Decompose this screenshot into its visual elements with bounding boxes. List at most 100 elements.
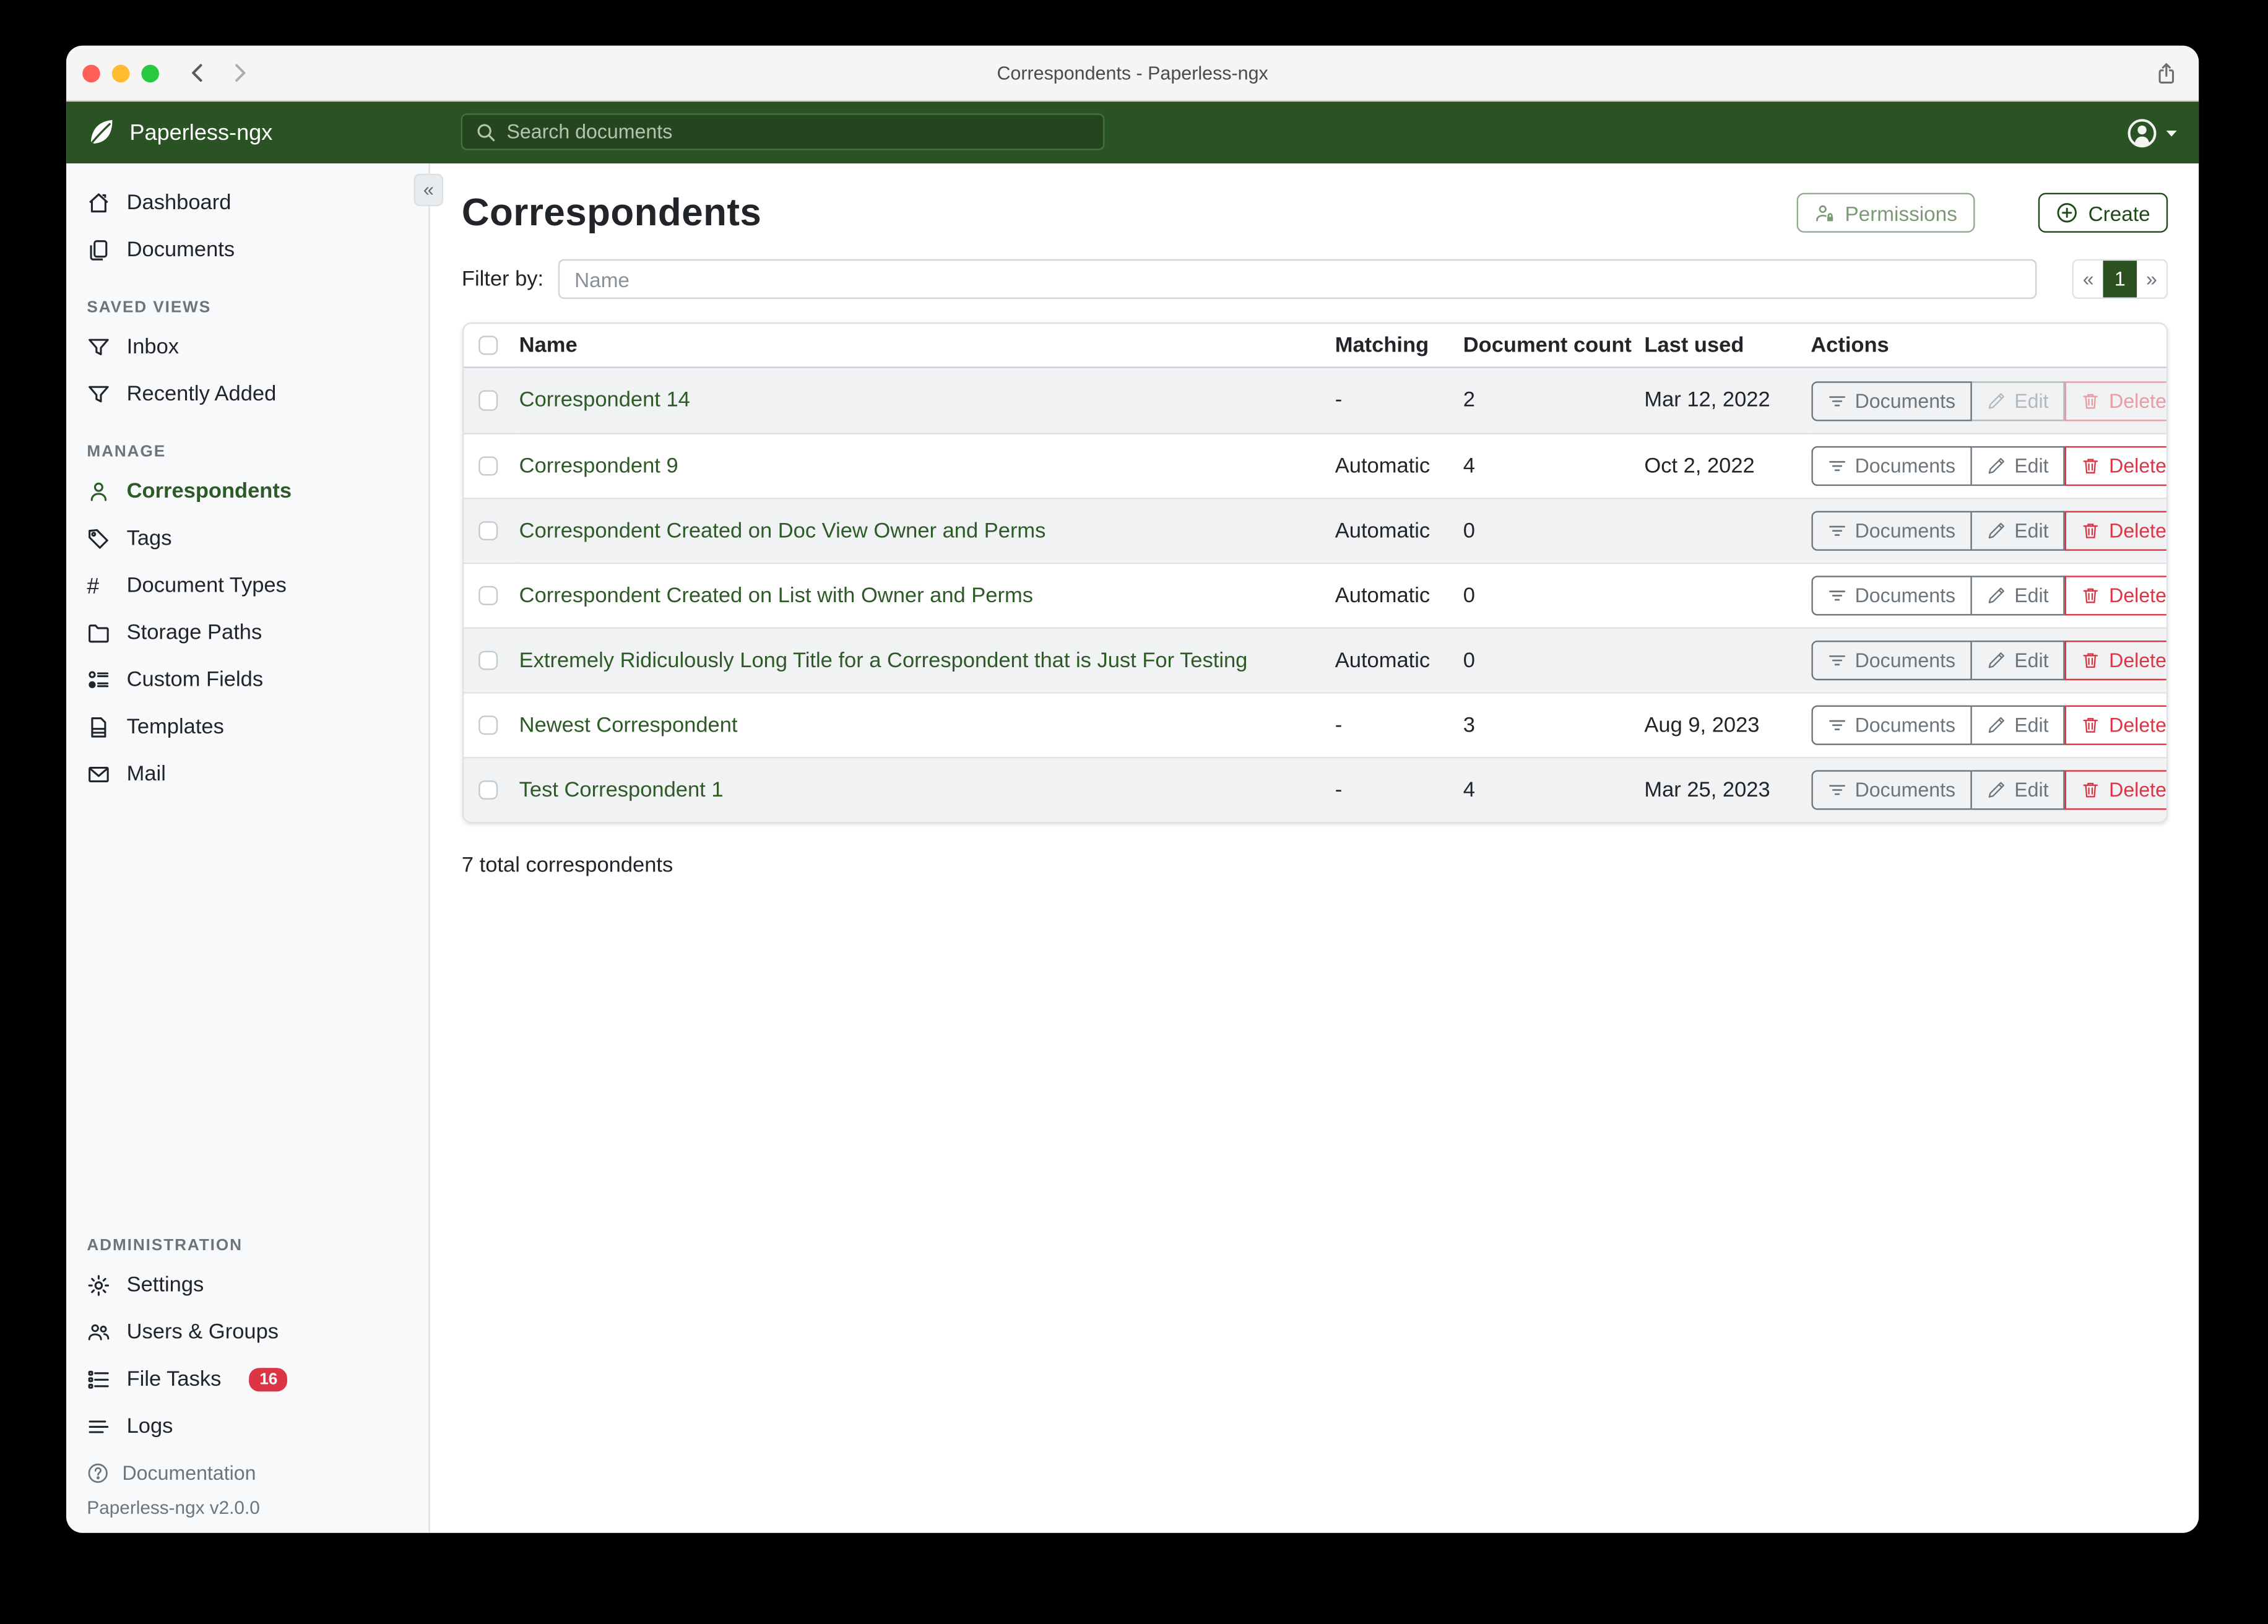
row-checkbox[interactable] (478, 715, 498, 735)
search-input[interactable] (506, 121, 1089, 143)
brand-leaf-icon (87, 118, 116, 147)
row-checkbox[interactable] (478, 780, 498, 800)
column-header-last-used[interactable]: Last used (1644, 324, 1811, 368)
column-header-matching[interactable]: Matching (1335, 324, 1463, 368)
correspondent-link[interactable]: Correspondent Created on Doc View Owner … (519, 519, 1046, 543)
column-header-document-count[interactable]: Document count (1463, 324, 1645, 368)
funnel-icon (87, 335, 110, 359)
total-count: 7 total correspondents (462, 854, 2168, 878)
correspondent-link[interactable]: Correspondent 14 (519, 389, 690, 412)
documents-button[interactable]: Documents (1811, 770, 1972, 810)
close-window-button[interactable] (82, 64, 100, 82)
share-icon[interactable] (2155, 61, 2178, 85)
sidebar-item-logs[interactable]: Logs (66, 1403, 428, 1450)
delete-button[interactable]: Delete (2065, 576, 2168, 615)
edit-button[interactable]: Edit (1972, 706, 2065, 745)
browser-window: Correspondents - Paperless-ngx Paperless… (66, 46, 2199, 1533)
correspondent-link[interactable]: Extremely Ridiculously Long Title for a … (519, 649, 1248, 672)
documents-button[interactable]: Documents (1811, 381, 1972, 420)
brand[interactable]: Paperless-ngx (87, 118, 272, 147)
pagination-page-1[interactable]: 1 (2103, 261, 2137, 297)
correspondent-link[interactable]: Newest Correspondent (519, 714, 738, 737)
delete-button[interactable]: Delete (2065, 381, 2168, 420)
documentation-link[interactable]: Documentation (66, 1451, 428, 1495)
pagination: « 1 » (2072, 259, 2168, 299)
documents-button[interactable]: Documents (1811, 511, 1972, 551)
sidebar-item-label: Dashboard (127, 191, 232, 215)
question-circle-icon (87, 1461, 109, 1484)
edit-button[interactable]: Edit (1972, 381, 2065, 420)
sidebar-item-correspondents[interactable]: Correspondents (66, 469, 428, 516)
sidebar-item-templates[interactable]: Templates (66, 704, 428, 751)
sidebar-item-settings[interactable]: Settings (66, 1262, 428, 1309)
correspondent-link[interactable]: Correspondent 9 (519, 454, 678, 478)
create-label: Create (2088, 201, 2150, 225)
correspondents-table: Name Matching Document count Last used A… (462, 322, 2168, 823)
edit-button[interactable]: Edit (1972, 641, 2065, 680)
last-used-cell (1644, 498, 1811, 563)
row-checkbox[interactable] (478, 521, 498, 541)
edit-button[interactable]: Edit (1972, 770, 2065, 810)
last-used-cell: Mar 25, 2023 (1644, 757, 1811, 822)
sidebar-item-dashboard[interactable]: Dashboard (66, 179, 428, 227)
pagination-last-button[interactable]: » (2137, 261, 2166, 297)
user-avatar-icon (2127, 117, 2158, 148)
correspondent-link[interactable]: Test Correspondent 1 (519, 778, 724, 801)
minimize-window-button[interactable] (112, 64, 130, 82)
delete-button[interactable]: Delete (2065, 770, 2168, 810)
edit-button[interactable]: Edit (1972, 446, 2065, 486)
document-count-cell: 0 (1463, 498, 1645, 563)
last-used-cell (1644, 563, 1811, 628)
sidebar-collapse-button[interactable]: « (414, 174, 444, 206)
create-button[interactable]: Create (2038, 193, 2168, 233)
sidebar-item-inbox[interactable]: Inbox (66, 324, 428, 371)
documents-button[interactable]: Documents (1811, 706, 1972, 745)
caret-down-icon (2165, 126, 2178, 139)
sidebar-item-mail[interactable]: Mail (66, 751, 428, 798)
pagination-first-button[interactable]: « (2074, 261, 2103, 297)
sidebar-item-label: File Tasks (127, 1368, 222, 1391)
filter-name-input[interactable] (558, 259, 2036, 299)
search-icon (475, 121, 496, 142)
row-checkbox[interactable] (478, 586, 498, 606)
sidebar-item-custom-fields[interactable]: Custom Fields (66, 657, 428, 704)
documents-label: Documents (1855, 520, 1955, 542)
documents-button[interactable]: Documents (1811, 641, 1972, 680)
edit-button[interactable]: Edit (1972, 511, 2065, 551)
forward-icon[interactable] (228, 62, 251, 84)
row-checkbox[interactable] (478, 456, 498, 476)
delete-label: Delete (2109, 520, 2166, 542)
row-checkbox[interactable] (478, 650, 498, 670)
back-icon[interactable] (187, 62, 209, 84)
hash-icon: # (87, 574, 110, 598)
sidebar-item-document-types[interactable]: # Document Types (66, 563, 428, 610)
select-all-checkbox[interactable] (478, 335, 498, 355)
edit-button[interactable]: Edit (1972, 576, 2065, 615)
delete-button[interactable]: Delete (2065, 511, 2168, 551)
sidebar-item-tags[interactable]: Tags (66, 516, 428, 563)
documents-button[interactable]: Documents (1811, 576, 1972, 615)
correspondent-link[interactable]: Correspondent Created on List with Owner… (519, 584, 1033, 607)
sidebar-item-recently-added[interactable]: Recently Added (66, 371, 428, 418)
delete-button[interactable]: Delete (2065, 446, 2168, 486)
matching-cell: Automatic (1335, 498, 1463, 563)
delete-button[interactable]: Delete (2065, 706, 2168, 745)
matching-cell: - (1335, 757, 1463, 822)
sidebar-item-documents[interactable]: Documents (66, 227, 428, 274)
column-header-name[interactable]: Name (519, 324, 1335, 368)
row-checkbox[interactable] (478, 391, 498, 410)
user-menu[interactable] (2127, 117, 2178, 148)
document-count-cell: 2 (1463, 368, 1645, 433)
sidebar-item-file-tasks[interactable]: File Tasks 16 (66, 1356, 428, 1403)
permissions-button[interactable]: Permissions (1796, 193, 1975, 233)
delete-label: Delete (2109, 455, 2166, 477)
global-search[interactable] (461, 113, 1105, 150)
sidebar-item-label: Settings (127, 1274, 204, 1297)
delete-button[interactable]: Delete (2065, 641, 2168, 680)
sidebar-item-storage-paths[interactable]: Storage Paths (66, 610, 428, 657)
folder-icon (87, 621, 110, 645)
sidebar-item-label: Document Types (127, 574, 287, 598)
zoom-window-button[interactable] (141, 64, 159, 82)
sidebar-item-users-groups[interactable]: Users & Groups (66, 1309, 428, 1356)
documents-button[interactable]: Documents (1811, 446, 1972, 486)
